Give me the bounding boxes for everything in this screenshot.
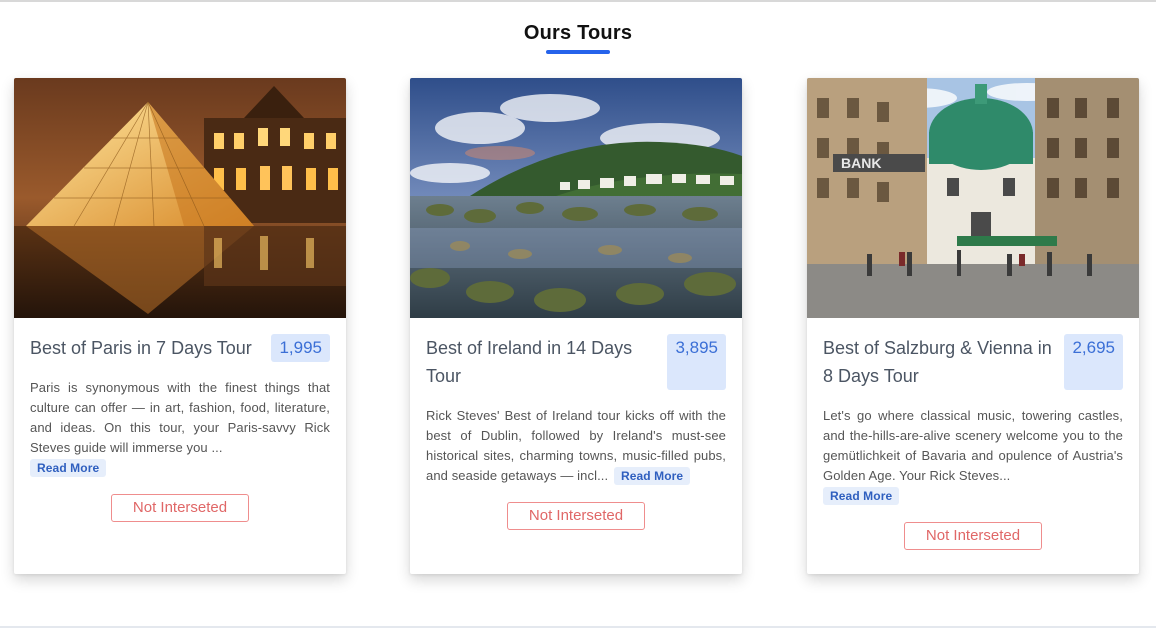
section-title: Ours Tours (523, 22, 633, 44)
tour-description: Rick Steves' Best of Ireland tour kicks … (426, 406, 726, 486)
tour-card: BANK Best of Salzburg & Vienna in 8 Days… (807, 78, 1139, 574)
description-text: Let's go where classical music, towering… (823, 408, 1123, 483)
not-interested-button[interactable]: Not Interseted (507, 502, 645, 530)
tour-title: Best of Ireland in 14 Days Tour (426, 338, 633, 386)
tour-title: Best of Salzburg & Vienna in 8 Days Tour (823, 338, 1052, 386)
section-header: Ours Tours (0, 20, 1156, 54)
paris-louvre-pyramid-photo (14, 78, 346, 318)
not-interested-button[interactable]: Not Interseted (111, 494, 249, 522)
ireland-coast-photo (410, 78, 742, 318)
read-more-link[interactable]: Read More (823, 487, 900, 505)
not-interested-button[interactable]: Not Interseted (904, 522, 1042, 550)
price-badge: 2,695 (1064, 334, 1123, 390)
read-more-link[interactable]: Read More (30, 459, 107, 477)
tour-card: Best of Paris in 7 Days Tour 1,995 Paris… (14, 78, 346, 574)
svg-text:BANK: BANK (841, 155, 881, 171)
tour-title: Best of Paris in 7 Days Tour (30, 338, 252, 358)
title-underline (546, 50, 610, 54)
price-badge: 3,895 (667, 334, 726, 390)
price-badge: 1,995 (271, 334, 330, 362)
tour-description: Paris is synonymous with the finest thin… (30, 378, 330, 478)
tour-description: Let's go where classical music, towering… (823, 406, 1123, 506)
vienna-street-photo: BANK (807, 78, 1139, 318)
read-more-link[interactable]: Read More (613, 467, 691, 485)
description-text: Paris is synonymous with the finest thin… (30, 380, 330, 455)
top-divider (0, 0, 1156, 2)
tour-card: Best of Ireland in 14 Days Tour 3,895 Ri… (410, 78, 742, 574)
